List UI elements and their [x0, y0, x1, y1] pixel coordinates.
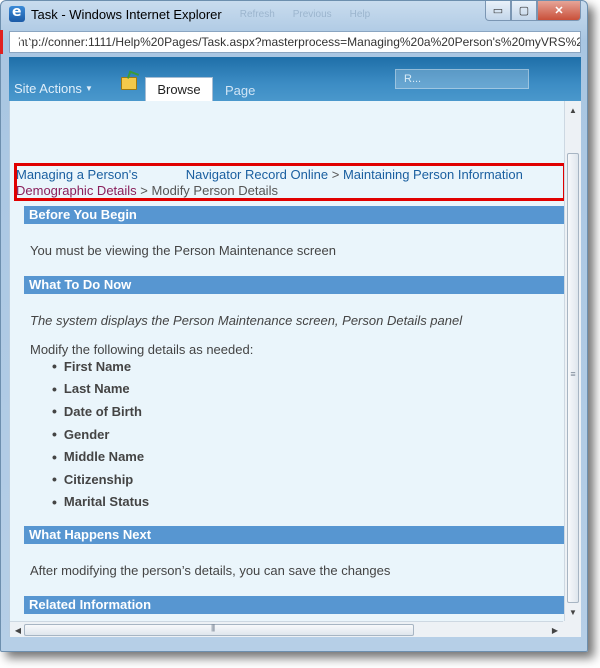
vertical-scroll-thumb[interactable]: [567, 153, 579, 603]
folder-upload-icon[interactable]: [121, 77, 137, 90]
tab-page[interactable]: Page: [225, 83, 255, 98]
scroll-left-icon[interactable]: ◀: [11, 623, 25, 637]
list-item: Middle Name: [52, 445, 149, 468]
ie-logo-icon: [9, 4, 25, 22]
minimize-button[interactable]: ▭: [485, 1, 511, 21]
window-title: Task - Windows Internet Explorer: [31, 6, 222, 22]
user-menu[interactable]: R...: [395, 69, 529, 89]
section-what-to-do-now: What To Do Now: [24, 276, 564, 294]
red-side-mark: [0, 30, 3, 54]
page-viewport: Managing a Person's Navigator Record Onli…: [9, 101, 581, 637]
title-bar[interactable]: Task - Windows Internet Explorer Refresh…: [1, 1, 587, 27]
list-item: Gender: [52, 423, 149, 446]
scrollbar-corner: [563, 621, 581, 637]
url-text[interactable]: http://conner:1111/Help%20Pages/Task.asp…: [18, 35, 580, 49]
section-what-happens-next: What Happens Next: [24, 526, 564, 544]
ghost-menu-previous: Previous: [292, 8, 332, 20]
scroll-down-icon[interactable]: ▼: [566, 605, 580, 619]
scroll-right-icon[interactable]: ▶: [548, 623, 562, 637]
scroll-up-icon[interactable]: ▲: [566, 103, 580, 117]
todo-italic-text: The system displays the Person Maintenan…: [30, 313, 463, 328]
list-item: Date of Birth: [52, 400, 149, 423]
vertical-scrollbar[interactable]: ▲ ▼: [564, 101, 581, 621]
breadcrumb-highlight-box: [14, 163, 566, 201]
address-bar[interactable]: http://conner:1111/Help%20Pages/Task.asp…: [9, 31, 581, 53]
section-related-information: Related Information: [24, 596, 564, 614]
list-item: Citizenship: [52, 468, 149, 491]
list-item: Last Name: [52, 378, 149, 401]
horizontal-scroll-thumb[interactable]: [24, 623, 414, 636]
list-item: First Name: [52, 355, 149, 378]
page-content: Managing a Person's Navigator Record Onli…: [10, 101, 566, 621]
details-list: First Name Last Name Date of Birth Gende…: [52, 355, 149, 513]
site-actions-menu[interactable]: Site Actions ▼: [14, 81, 93, 96]
next-text: After modifying the person’s details, yo…: [30, 563, 391, 578]
section-before-you-begin: Before You Begin: [24, 206, 564, 224]
ghost-menu-help: Help: [349, 8, 371, 20]
horizontal-scrollbar[interactable]: ◀ ▶: [10, 621, 564, 637]
sharepoint-ribbon: Site Actions ▼ Browse Page R...: [9, 57, 581, 101]
tab-browse[interactable]: Browse: [145, 77, 213, 101]
before-text: You must be viewing the Person Maintenan…: [30, 243, 336, 258]
browser-window: Task - Windows Internet Explorer Refresh…: [0, 0, 588, 652]
chevron-down-icon: ▼: [84, 84, 93, 93]
ghost-menu-refresh: Refresh: [239, 8, 275, 20]
site-actions-label: Site Actions: [14, 81, 82, 96]
maximize-button[interactable]: ▢: [511, 1, 537, 21]
list-item: Marital Status: [52, 491, 149, 514]
close-button[interactable]: ✕: [537, 1, 581, 21]
